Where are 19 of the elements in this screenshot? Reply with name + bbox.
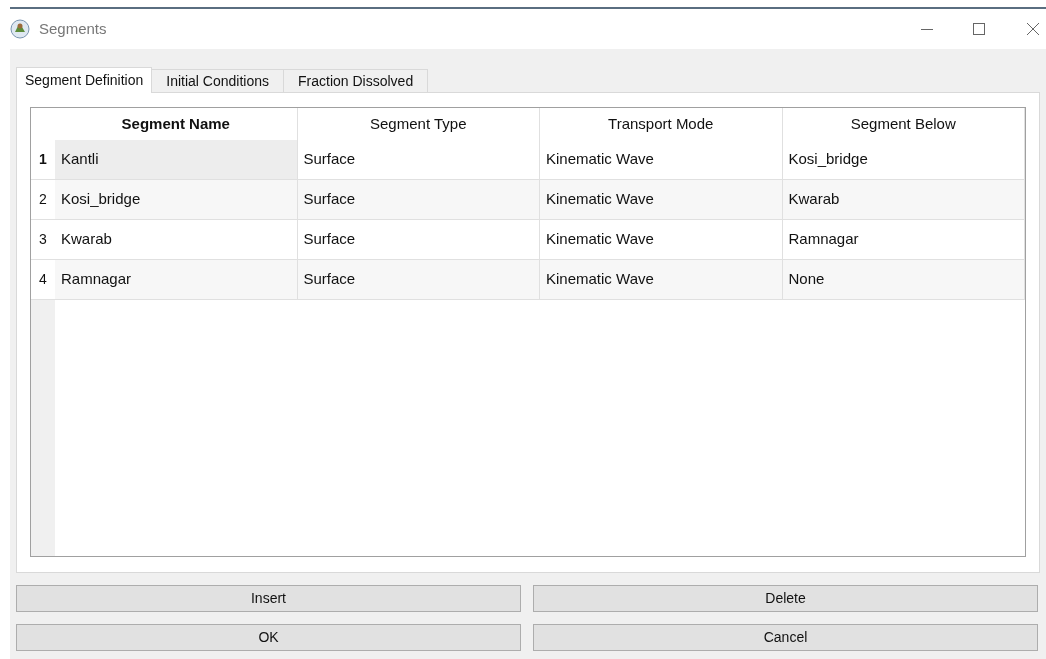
maximize-icon[interactable] [972, 22, 986, 36]
dialog-button[interactable]: Cancel [533, 624, 1038, 651]
table-cell[interactable]: Kantli [55, 140, 298, 179]
dialog-button[interactable]: Insert [16, 585, 521, 612]
window-title: Segments [39, 18, 107, 39]
dialog-button[interactable]: OK [16, 624, 521, 651]
table-cell[interactable]: Surface [297, 180, 540, 219]
table-cell[interactable]: Ramnagar [55, 260, 298, 299]
app-icon [10, 19, 30, 39]
dialog-button[interactable]: Delete [533, 585, 1038, 612]
table-cell[interactable]: Kinematic Wave [540, 260, 783, 299]
table-cell[interactable]: Kinematic Wave [540, 180, 783, 219]
table-cell[interactable]: Kwarab [782, 180, 1025, 219]
tab[interactable]: Fraction Dissolved [283, 69, 429, 92]
table-cell[interactable]: Kosi_bridge [55, 180, 298, 219]
close-icon[interactable] [1026, 22, 1040, 36]
table-cell[interactable]: None [782, 260, 1025, 299]
table-cell[interactable]: Surface [297, 260, 540, 299]
tab[interactable]: Segment Definition [16, 67, 153, 93]
